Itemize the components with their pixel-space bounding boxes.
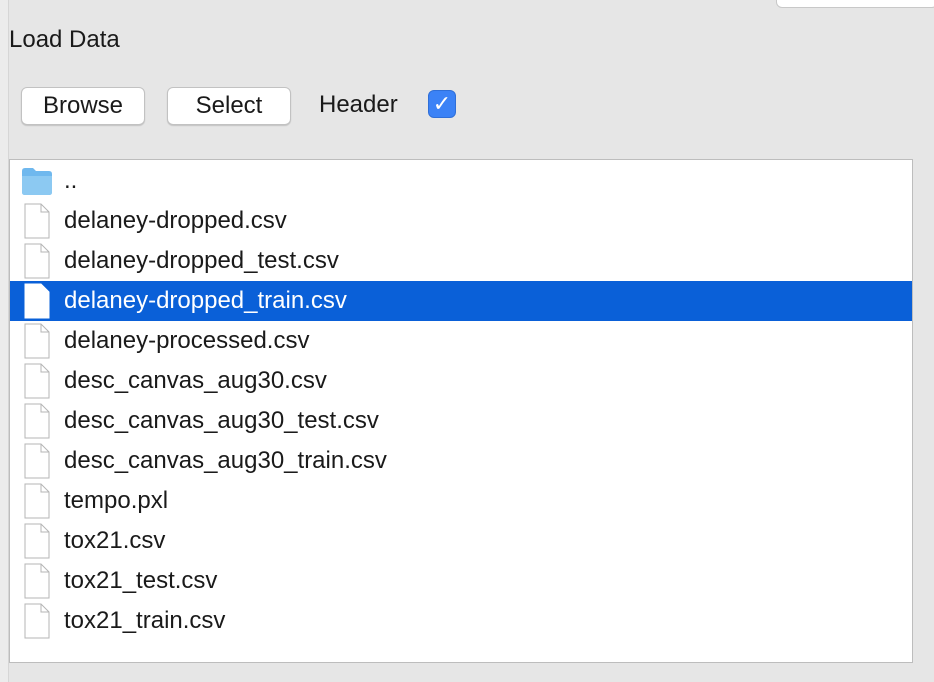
file-icon [24, 603, 50, 639]
file-name: delaney-processed.csv [64, 327, 310, 354]
file-name: desc_canvas_aug30_test.csv [64, 407, 379, 434]
file-name: delaney-dropped_train.csv [64, 287, 347, 314]
folder-icon [22, 168, 52, 195]
file-row[interactable]: tempo.pxl [10, 481, 912, 521]
file-icon [24, 483, 50, 519]
file-icon [24, 203, 50, 239]
top-input-field-edge[interactable] [776, 0, 934, 8]
file-row[interactable]: tox21.csv [10, 521, 912, 561]
header-checkbox-label: Header [319, 91, 398, 118]
file-icon [24, 363, 50, 399]
file-icon [24, 323, 50, 359]
file-name: .. [64, 167, 78, 194]
file-row[interactable]: delaney-processed.csv [10, 321, 912, 361]
file-icon [24, 443, 50, 479]
file-name: tempo.pxl [64, 487, 169, 514]
load-data-panel: Load Data Browse Select Header ✓ .. delan… [0, 0, 934, 682]
file-row[interactable]: delaney-dropped_train.csv [10, 281, 912, 321]
file-name: desc_canvas_aug30_train.csv [64, 447, 387, 474]
file-name: delaney-dropped.csv [64, 207, 287, 234]
browse-button[interactable]: Browse [21, 87, 145, 125]
file-name: tox21_train.csv [64, 607, 226, 634]
folder-row[interactable]: .. [10, 161, 912, 201]
file-icon [24, 243, 50, 279]
file-row[interactable]: desc_canvas_aug30.csv [10, 361, 912, 401]
file-name: tox21.csv [64, 527, 166, 554]
select-button[interactable]: Select [167, 87, 291, 125]
file-icon [24, 283, 50, 319]
header-checkbox[interactable]: ✓ [428, 90, 456, 118]
file-name: delaney-dropped_test.csv [64, 247, 339, 274]
file-icon [24, 563, 50, 599]
file-name: tox21_test.csv [64, 567, 218, 594]
file-row[interactable]: delaney-dropped_test.csv [10, 241, 912, 281]
file-row[interactable]: delaney-dropped.csv [10, 201, 912, 241]
file-icon [24, 403, 50, 439]
file-row[interactable]: tox21_train.csv [10, 601, 912, 641]
panel-left-edge [0, 0, 9, 682]
file-name: desc_canvas_aug30.csv [64, 367, 327, 394]
file-row[interactable]: desc_canvas_aug30_test.csv [10, 401, 912, 441]
file-row[interactable]: desc_canvas_aug30_train.csv [10, 441, 912, 481]
file-icon [24, 523, 50, 559]
file-row[interactable]: tox21_test.csv [10, 561, 912, 601]
panel-title: Load Data [9, 26, 120, 53]
file-list[interactable]: .. delaney-dropped.csv delaney-dropped_tes… [9, 159, 913, 663]
